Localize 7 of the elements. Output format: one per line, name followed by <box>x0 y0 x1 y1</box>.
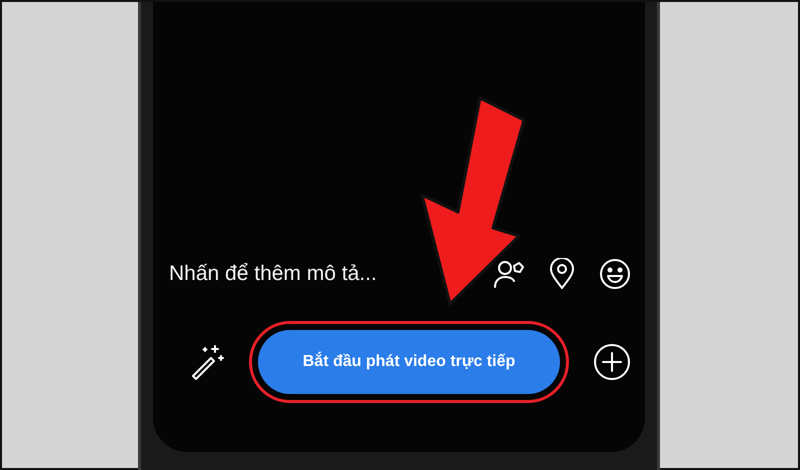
description-prompt[interactable]: Nhấn để thêm mô tả... <box>169 262 377 286</box>
location-pin-icon[interactable] <box>549 258 575 290</box>
smiley-icon[interactable] <box>599 258 631 290</box>
tag-person-icon[interactable] <box>493 258 525 290</box>
magic-wand-icon[interactable] <box>189 344 225 380</box>
add-circle-icon[interactable] <box>593 343 631 381</box>
start-live-video-button[interactable]: Bắt đầu phát video trực tiếp <box>258 330 560 394</box>
